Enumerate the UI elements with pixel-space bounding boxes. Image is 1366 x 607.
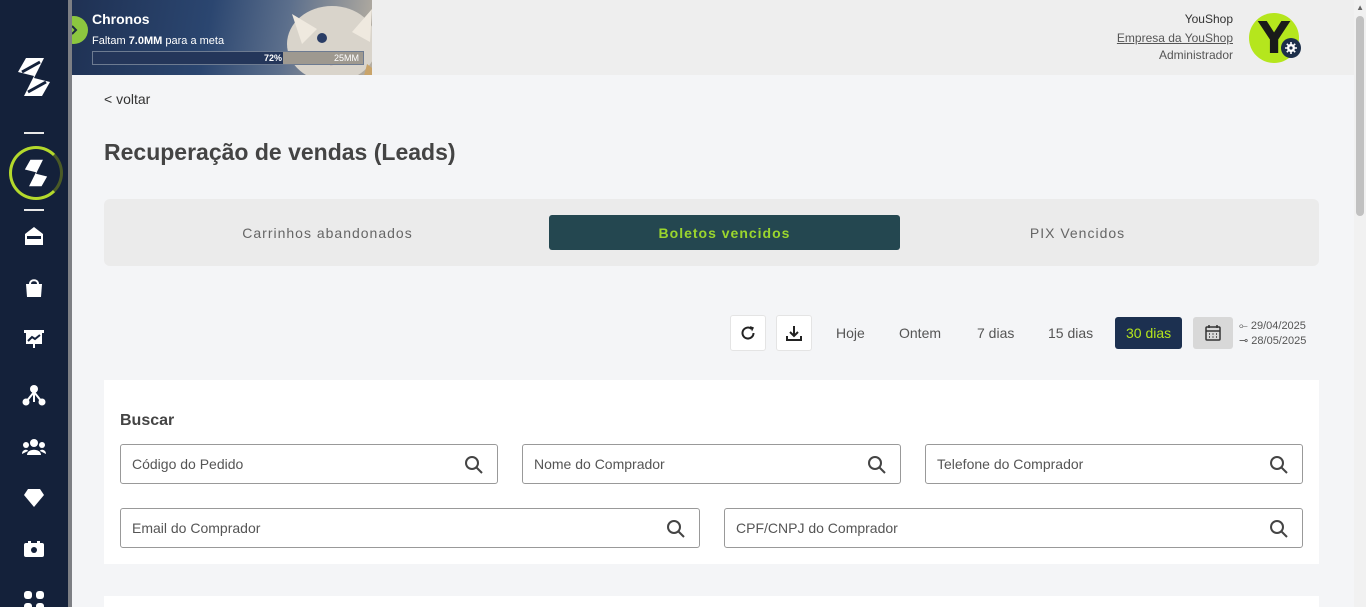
range-yesterday[interactable]: Ontem bbox=[888, 317, 952, 349]
goal-progress-fill bbox=[93, 52, 288, 64]
date-range-end: ⊸ 28/05/2025 bbox=[1239, 335, 1307, 347]
tab-abandoned-carts[interactable]: Carrinhos abandonados bbox=[152, 215, 503, 250]
buyer-phone-input[interactable] bbox=[926, 445, 1302, 483]
brand-mark-icon bbox=[24, 159, 48, 187]
sidebar-item-tickets[interactable] bbox=[22, 538, 46, 562]
search-icon[interactable] bbox=[1269, 455, 1289, 475]
search-title: Buscar bbox=[120, 412, 175, 429]
download-icon bbox=[786, 326, 802, 341]
refresh-icon bbox=[741, 326, 755, 340]
range-7-days[interactable]: 7 dias bbox=[966, 317, 1025, 349]
chevron-right-icon bbox=[72, 25, 78, 35]
goal-progress-bar: 72% 25MM bbox=[92, 51, 364, 65]
sidebar-divider bbox=[24, 209, 44, 211]
date-end-arrow-icon: ⊸ bbox=[1239, 335, 1252, 347]
search-icon[interactable] bbox=[464, 455, 484, 475]
users-icon bbox=[22, 439, 46, 455]
sidebar-item-users[interactable] bbox=[22, 435, 46, 459]
date-picker-button[interactable] bbox=[1193, 317, 1233, 349]
search-icon[interactable] bbox=[867, 455, 887, 475]
date-start-arrow-icon: ⟜ bbox=[1239, 320, 1251, 332]
diamond-icon bbox=[24, 489, 44, 507]
user-name: YouShop bbox=[1184, 12, 1233, 26]
banner-subtitle: Faltam 7.0MM para a meta bbox=[92, 35, 225, 47]
sidebar-item-products[interactable] bbox=[22, 276, 46, 300]
presentation-chart-icon bbox=[24, 330, 44, 348]
sidebar-active-logo[interactable] bbox=[9, 146, 63, 200]
search-panel: Buscar bbox=[104, 380, 1319, 564]
tab-expired-pix[interactable]: PIX Vencidos bbox=[902, 215, 1253, 250]
refresh-button[interactable] bbox=[730, 315, 766, 351]
buyer-email-input[interactable] bbox=[121, 509, 699, 547]
sidebar-item-home[interactable] bbox=[22, 224, 46, 248]
results-panel bbox=[104, 596, 1319, 607]
user-role: Administrador bbox=[1158, 48, 1233, 62]
settings-button[interactable] bbox=[1281, 38, 1301, 58]
search-icon[interactable] bbox=[1269, 519, 1289, 539]
page-title: Recuperação de vendas (Leads) bbox=[104, 139, 456, 165]
search-icon[interactable] bbox=[666, 519, 686, 539]
download-button[interactable] bbox=[776, 315, 812, 351]
goal-progress-percent: 72% bbox=[264, 53, 283, 63]
brand-logo-icon[interactable] bbox=[14, 54, 54, 100]
tab-expired-boletos[interactable]: Boletos vencidos bbox=[549, 215, 900, 250]
ticket-icon bbox=[24, 541, 44, 557]
scrollbar-thumb[interactable] bbox=[1356, 16, 1364, 216]
buyer-document-input[interactable] bbox=[725, 509, 1302, 547]
sidebar-item-reports[interactable] bbox=[22, 327, 46, 351]
buyer-name-input[interactable] bbox=[523, 445, 900, 483]
shopping-bag-icon bbox=[26, 279, 42, 297]
apps-grid-icon bbox=[24, 591, 44, 607]
range-today[interactable]: Hoje bbox=[825, 317, 876, 349]
network-icon bbox=[22, 385, 46, 406]
sidebar-item-apps[interactable] bbox=[22, 588, 46, 607]
range-15-days[interactable]: 15 dias bbox=[1037, 317, 1104, 349]
back-link[interactable]: < voltar bbox=[104, 91, 150, 107]
buyer-name-field[interactable] bbox=[522, 444, 901, 484]
sidebar-item-premium[interactable] bbox=[22, 486, 46, 510]
home-icon bbox=[25, 227, 43, 245]
order-code-input[interactable] bbox=[121, 445, 497, 483]
calendar-icon bbox=[1205, 325, 1221, 341]
buyer-document-field[interactable] bbox=[724, 508, 1303, 548]
sidebar-edge bbox=[68, 0, 72, 607]
top-bar: YouShop Empresa da YouShop Administrador… bbox=[372, 0, 1354, 75]
range-30-days[interactable]: 30 dias bbox=[1115, 317, 1183, 349]
goal-banner: Chronos Faltam 7.0MM para a meta 72% 25M… bbox=[72, 0, 372, 75]
scroll-up-icon[interactable]: ▲ bbox=[1356, 3, 1364, 12]
goal-target-label: 25MM bbox=[283, 52, 363, 64]
banner-expand-button[interactable] bbox=[72, 16, 88, 44]
page-scrollbar[interactable]: ▲ bbox=[1354, 0, 1366, 607]
gear-icon bbox=[1285, 42, 1297, 54]
tab-bar: Carrinhos abandonados Boletos vencidos P… bbox=[104, 199, 1319, 266]
sidebar-item-network[interactable] bbox=[22, 383, 46, 407]
user-company-link[interactable]: Empresa da YouShop bbox=[1117, 31, 1233, 45]
date-range-start: ⟜ 29/04/2025 bbox=[1239, 320, 1306, 332]
banner-title: Chronos bbox=[92, 11, 150, 27]
buyer-email-field[interactable] bbox=[120, 508, 700, 548]
sidebar bbox=[0, 0, 68, 607]
sidebar-divider bbox=[24, 132, 44, 134]
order-code-field[interactable] bbox=[120, 444, 498, 484]
buyer-phone-field[interactable] bbox=[925, 444, 1303, 484]
